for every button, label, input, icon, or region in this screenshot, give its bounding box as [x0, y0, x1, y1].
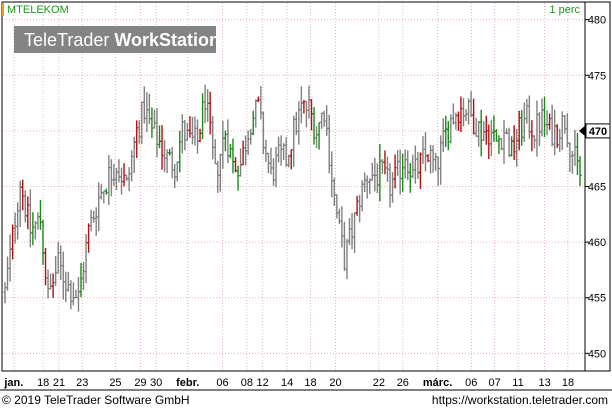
- last-price-label: 470: [589, 126, 607, 138]
- x-tick-label: márc.: [423, 377, 452, 389]
- x-tick-label: 23: [76, 377, 88, 389]
- website-link[interactable]: https://workstation.teletrader.com: [432, 393, 608, 407]
- x-tick-label: 14: [281, 377, 293, 389]
- symbol-label[interactable]: MTELEKOM: [7, 4, 69, 16]
- watermark-brand-bold: WorkStation: [114, 30, 220, 50]
- x-tick-label: 21: [53, 377, 65, 389]
- plot-area[interactable]: [1, 1, 586, 372]
- x-tick-label: 13: [538, 377, 550, 389]
- y-tick-label: 480: [588, 15, 606, 27]
- x-tick-label: 25: [109, 377, 121, 389]
- x-tick-label: febr.: [176, 377, 199, 389]
- x-tick-label: 18: [304, 377, 316, 389]
- x-tick-label: 08: [241, 377, 253, 389]
- copyright-text: © 2019 TeleTrader Software GmbH: [2, 393, 190, 407]
- x-axis-ticks: jan. 18 21 23 25 29 30 febr. 06 08 12 14 18 20 22 26 már…: [3, 377, 574, 389]
- x-tick-label: 22: [373, 377, 385, 389]
- x-tick-label: 18: [562, 377, 574, 389]
- x-tick-label: jan.: [3, 377, 23, 389]
- watermark-brand-light: TeleTrader: [24, 30, 109, 50]
- x-tick-label: 20: [329, 377, 341, 389]
- y-tick-label: 455: [588, 293, 606, 305]
- x-tick-label: 18: [37, 377, 49, 389]
- stock-chart: 450 455 460 465 470 475 480 jan. 18 21 23 25 29 30 fe…: [0, 1, 612, 407]
- x-tick-label: 06: [216, 377, 228, 389]
- symbol-marker: [2, 3, 4, 16]
- x-tick-label: 26: [397, 377, 409, 389]
- x-tick-label: 06: [465, 377, 477, 389]
- x-tick-label: 12: [257, 377, 269, 389]
- x-tick-label: 07: [489, 377, 501, 389]
- y-tick-label: 475: [588, 70, 606, 82]
- x-tick-label: 30: [150, 377, 162, 389]
- x-tick-label: 29: [134, 377, 146, 389]
- y-tick-label: 460: [588, 237, 606, 249]
- interval-label[interactable]: 1 perc: [549, 4, 580, 16]
- watermark-logo: TeleTrader WorkStation: [24, 30, 220, 50]
- y-tick-label: 450: [588, 348, 606, 360]
- y-tick-label: 465: [588, 182, 606, 194]
- x-tick-label: 11: [512, 377, 523, 389]
